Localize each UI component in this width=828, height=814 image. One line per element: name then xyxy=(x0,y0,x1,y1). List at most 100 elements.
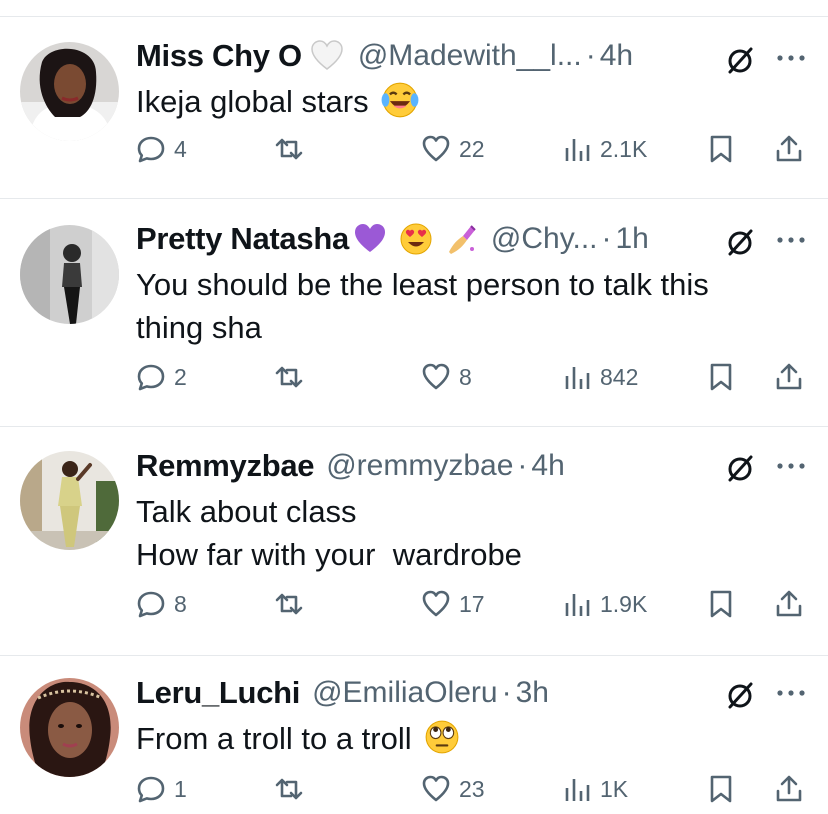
like-count: 23 xyxy=(459,775,485,802)
bookmark-button[interactable] xyxy=(706,589,736,619)
tweet-text: From a troll to a troll xyxy=(136,717,796,760)
timestamp[interactable]: 4h xyxy=(600,39,633,73)
reply-button[interactable]: 1 xyxy=(136,774,187,804)
separator-dot: · xyxy=(601,222,612,255)
views-button[interactable]: 1.9K xyxy=(562,589,647,619)
tweet-header: Pretty Natasha @Chy... · 1h xyxy=(136,219,649,259)
tweet-header: Leru_Luchi @EmiliaOleru · 3h xyxy=(136,673,549,713)
retweet-icon xyxy=(275,778,303,800)
views-icon xyxy=(565,139,590,161)
display-name[interactable]: Leru_Luchi xyxy=(136,675,300,711)
view-count: 842 xyxy=(600,363,639,390)
like-count: 8 xyxy=(459,363,472,390)
tweet-text-line: From a troll to a troll xyxy=(136,717,796,760)
avatar[interactable] xyxy=(20,451,119,550)
timestamp[interactable]: 1h xyxy=(616,222,649,256)
heart-icon xyxy=(422,775,450,802)
tweet-actions: 2 8 842 xyxy=(0,362,828,402)
rolling-eyes-emoji-icon xyxy=(425,720,459,754)
bookmark-icon xyxy=(710,775,732,803)
bookmark-button[interactable] xyxy=(706,134,736,164)
tweet-text-line: Talk about class xyxy=(136,494,357,529)
bookmark-icon xyxy=(710,590,732,618)
grok-icon[interactable] xyxy=(724,679,756,711)
tweet-divider xyxy=(0,655,828,656)
bookmark-button[interactable] xyxy=(706,362,736,392)
share-button[interactable] xyxy=(774,134,804,164)
user-handle[interactable]: @Chy... xyxy=(491,222,598,256)
more-options-icon[interactable] xyxy=(774,456,808,476)
retweet-icon xyxy=(275,366,303,388)
avatar[interactable] xyxy=(20,42,119,141)
tweet-actions: 8 17 1.9K xyxy=(0,589,828,629)
views-button[interactable]: 1K xyxy=(562,774,628,804)
views-button[interactable]: 842 xyxy=(562,362,638,392)
share-button[interactable] xyxy=(774,774,804,804)
reply-button[interactable]: 4 xyxy=(136,134,187,164)
retweet-icon xyxy=(275,138,303,160)
white-heart-icon xyxy=(311,40,343,70)
retweet-button[interactable] xyxy=(274,134,312,164)
separator-dot: · xyxy=(585,39,596,72)
grok-icon[interactable] xyxy=(724,226,756,258)
reply-button[interactable]: 2 xyxy=(136,362,187,392)
tweet-text: You should be the least person to talk t… xyxy=(136,263,796,349)
reply-count: 4 xyxy=(174,135,187,162)
display-name[interactable]: Pretty Natasha xyxy=(136,221,349,257)
timestamp[interactable]: 3h xyxy=(516,676,549,710)
heart-icon xyxy=(422,363,450,390)
grok-icon[interactable] xyxy=(724,452,756,484)
tweet-text-line: Ikeja global stars xyxy=(136,80,796,123)
bookmark-button[interactable] xyxy=(706,774,736,804)
reply-count: 8 xyxy=(174,590,187,617)
tweet-text-line: thing sha xyxy=(136,310,262,345)
more-options-icon[interactable] xyxy=(774,230,808,250)
share-button[interactable] xyxy=(774,362,804,392)
tweet-header: Remmyzbae @remmyzbae · 4h xyxy=(136,446,565,486)
like-button[interactable]: 22 xyxy=(421,134,485,164)
share-icon xyxy=(776,775,802,802)
timestamp[interactable]: 4h xyxy=(531,449,564,483)
reply-button[interactable]: 8 xyxy=(136,589,187,619)
view-count: 2.1K xyxy=(600,135,648,162)
reply-count: 2 xyxy=(174,363,187,390)
display-name[interactable]: Miss Chy O xyxy=(136,38,302,74)
separator-dot: · xyxy=(501,676,512,709)
user-handle[interactable]: @Madewith__l... xyxy=(358,39,582,73)
user-handle[interactable]: @remmyzbae xyxy=(326,449,513,483)
reply-icon xyxy=(137,591,165,618)
views-icon xyxy=(565,594,590,616)
retweet-button[interactable] xyxy=(274,362,312,392)
views-icon xyxy=(565,779,590,801)
reply-icon xyxy=(137,136,165,163)
avatar[interactable] xyxy=(20,678,119,777)
separator-dot: · xyxy=(517,449,528,482)
tweet-header: Miss Chy O @Madewith__l... · 4h xyxy=(136,36,633,76)
tweet-divider xyxy=(0,426,828,427)
avatar[interactable] xyxy=(20,225,119,324)
views-icon xyxy=(565,367,590,389)
display-name[interactable]: Remmyzbae xyxy=(136,448,315,484)
bookmark-icon xyxy=(710,135,732,163)
share-icon xyxy=(776,135,802,162)
like-button[interactable]: 8 xyxy=(421,362,472,392)
tweet-text-segment: Ikeja global stars xyxy=(136,84,369,119)
grok-icon[interactable] xyxy=(724,44,756,76)
reply-icon xyxy=(137,364,165,391)
tweet-text: Ikeja global stars xyxy=(136,80,796,123)
views-button[interactable]: 2.1K xyxy=(562,134,647,164)
more-options-icon[interactable] xyxy=(774,683,808,703)
retweet-button[interactable] xyxy=(274,589,312,619)
share-button[interactable] xyxy=(774,589,804,619)
tweet-text: Talk about class How far with your wardr… xyxy=(136,490,796,576)
user-handle[interactable]: @EmiliaOleru xyxy=(312,676,498,710)
bookmark-icon xyxy=(710,363,732,391)
tweet-divider xyxy=(0,198,828,199)
heart-eyes-emoji-icon xyxy=(400,223,432,255)
retweet-button[interactable] xyxy=(274,774,312,804)
purple-heart-icon xyxy=(354,224,385,252)
like-count: 22 xyxy=(459,135,485,162)
like-button[interactable]: 17 xyxy=(421,589,485,619)
like-button[interactable]: 23 xyxy=(421,774,485,804)
more-options-icon[interactable] xyxy=(774,48,808,68)
